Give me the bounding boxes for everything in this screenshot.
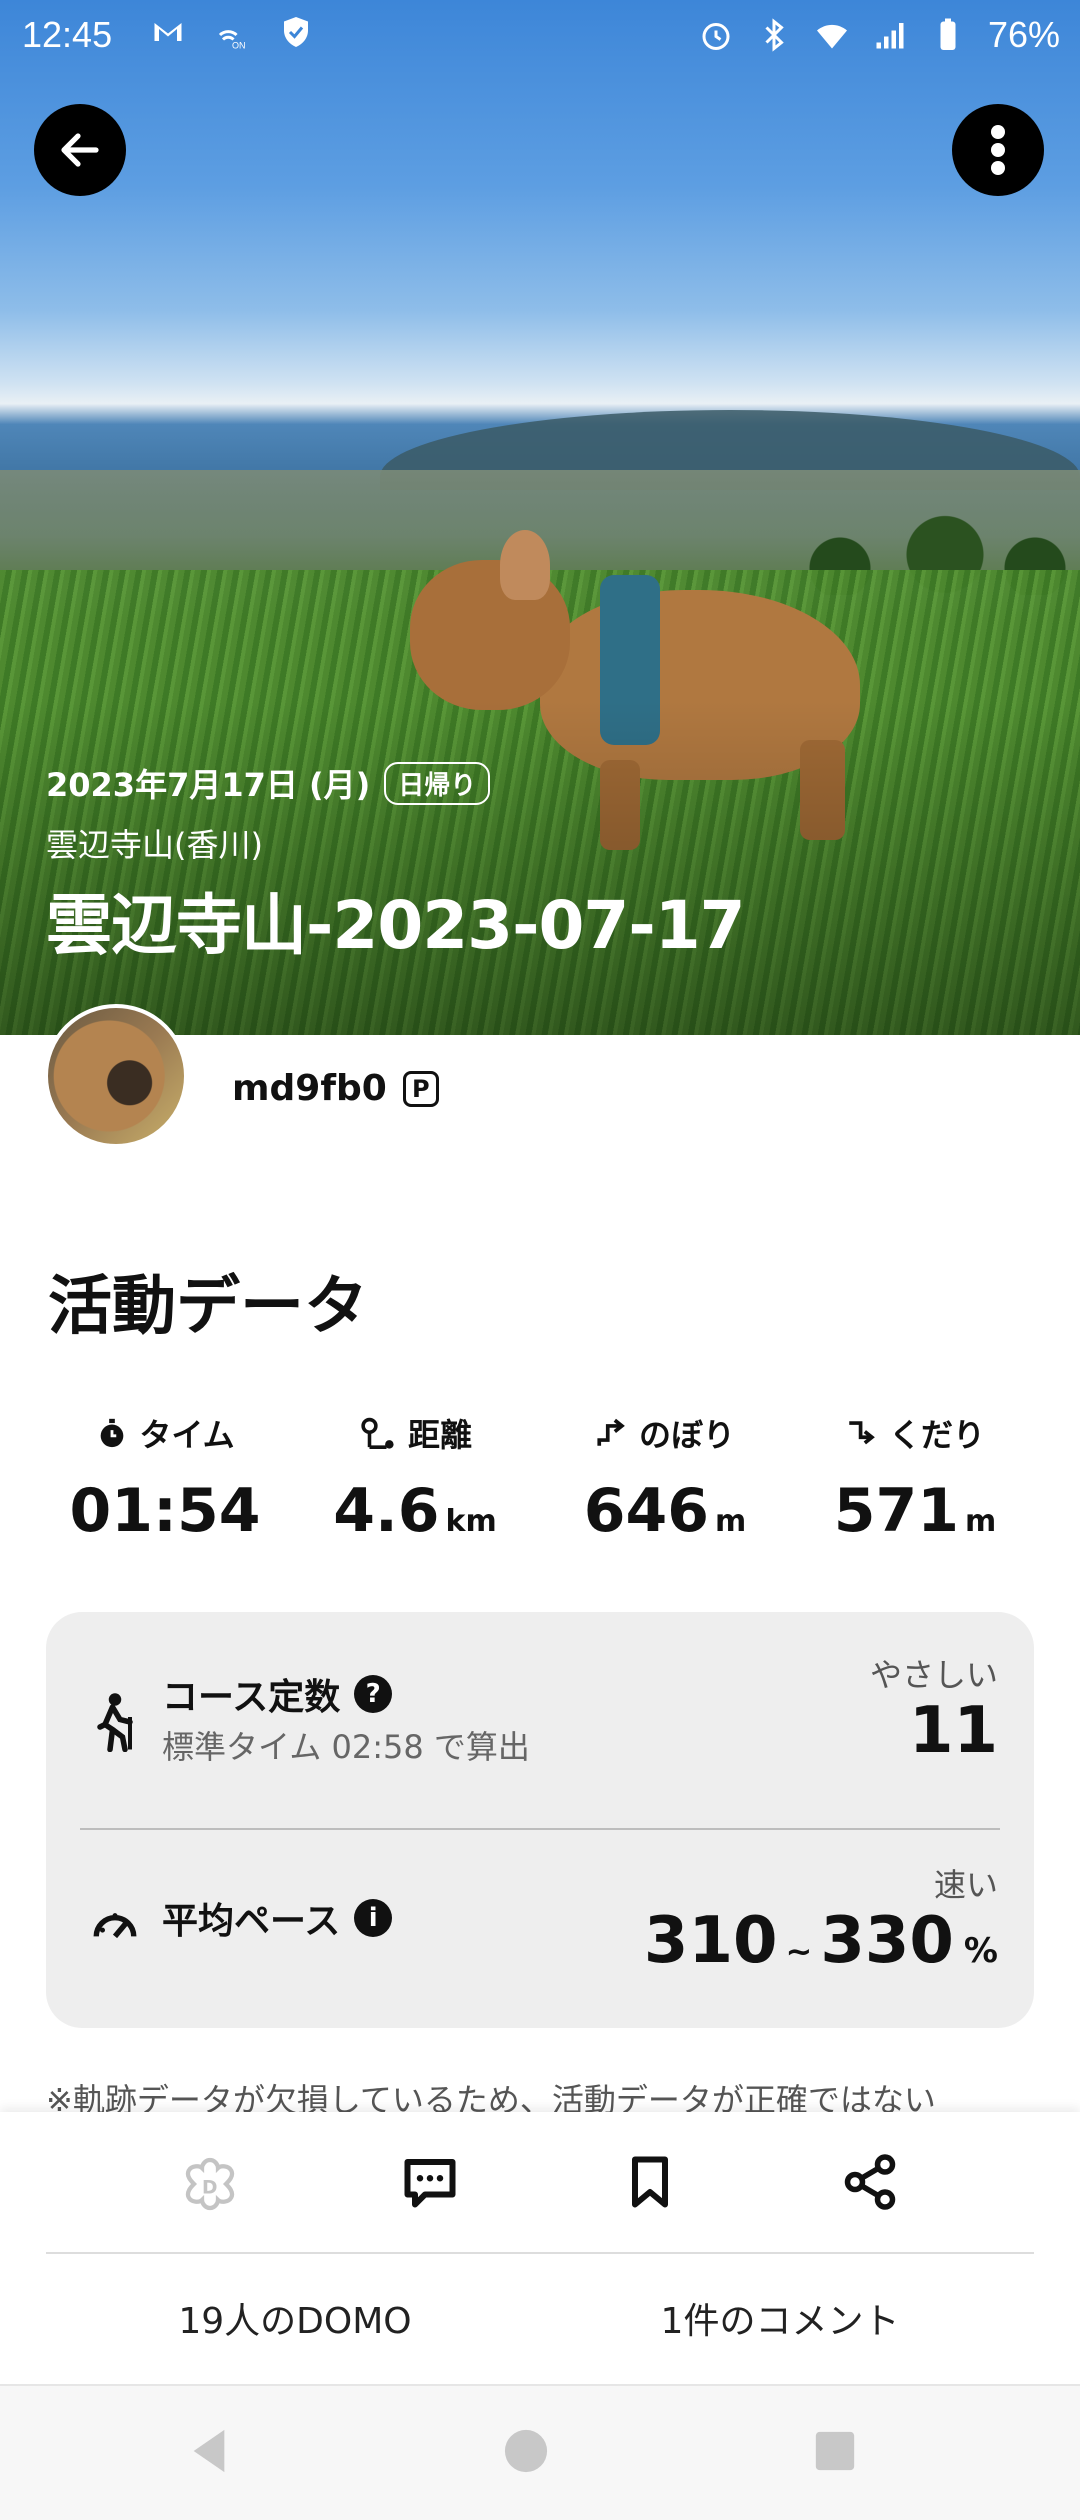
route-icon: [361, 1417, 394, 1449]
bottom-action-bar: D 19人のDOMO 1件のコメント: [0, 2112, 1080, 2384]
stat-value-row: 571 m: [790, 1476, 1040, 1546]
hero-dog-ear: [500, 530, 550, 600]
share-button[interactable]: [760, 2152, 980, 2216]
more-vertical-icon: [991, 125, 1005, 175]
stat-distance: 距離 4.6 km: [290, 1410, 540, 1546]
comment-button[interactable]: [320, 2152, 540, 2216]
stat-value: 01:54: [69, 1476, 261, 1546]
wifi-icon: [816, 24, 847, 49]
mountain-name[interactable]: 雲辺寺山(香川): [46, 820, 745, 866]
svg-text:D: D: [202, 2177, 218, 2198]
status-time: 12:45: [22, 14, 113, 55]
stat-value-row: 646 m: [540, 1476, 790, 1546]
stats-row: タイム 01:54 距離 4.6 km のぼり 646 m くだり 571 m: [40, 1410, 1040, 1546]
stat-label: タイム: [139, 1416, 235, 1454]
course-constant-value: 11: [908, 1694, 998, 1768]
pace-low: 310: [643, 1904, 778, 1978]
status-bar: 12:45 ON 76%: [0, 0, 1080, 70]
system-nav-bar: [0, 2384, 1080, 2520]
gmail-icon: [154, 23, 182, 41]
alarm-icon: [702, 23, 730, 50]
back-button[interactable]: [34, 104, 126, 196]
comment-icon: [404, 2159, 456, 2208]
stat-value-row: 01:54: [40, 1476, 290, 1546]
shield-icon: [284, 17, 308, 47]
signal-icon: [876, 23, 904, 49]
activity-date-row: 2023年7月17日 (月) 日帰り: [46, 760, 745, 806]
arrow-left-icon: [61, 133, 99, 167]
stopwatch-icon: [100, 1418, 124, 1448]
course-constant-title: コース定数: [162, 1677, 341, 1718]
average-pace-title: 平均ペース: [162, 1901, 341, 1942]
hero-text: 2023年7月17日 (月) 日帰り 雲辺寺山(香川) 雲辺寺山-2023-07…: [46, 760, 746, 968]
more-options-button[interactable]: [952, 104, 1044, 196]
domo-count[interactable]: 19人のDOMO: [0, 2292, 540, 2344]
stat-time: タイム 01:54: [40, 1410, 290, 1546]
hiker-icon: [97, 1693, 133, 1752]
share-icon: [844, 2154, 896, 2210]
info-icon[interactable]: i: [354, 1899, 393, 1937]
stat-unit: m: [964, 1504, 997, 1539]
wifi-calling-icon: ON: [218, 30, 246, 51]
ascent-icon: [597, 1418, 625, 1446]
pace-range: 310 ~ 330 %: [644, 1904, 998, 1978]
stat-value: 571: [833, 1476, 959, 1546]
stat-label-row: くだり: [790, 1410, 1040, 1456]
username: md9fb0: [232, 1068, 387, 1109]
course-constant-subtitle: 標準タイム 02:58 で算出: [162, 1728, 530, 1766]
stat-label-row: 距離: [290, 1410, 540, 1456]
stat-unit: m: [714, 1504, 747, 1539]
stat-descent: くだり 571 m: [790, 1410, 1040, 1546]
pace-high: 330: [820, 1904, 954, 1978]
action-divider: [46, 2252, 1034, 2254]
bluetooth-icon: [765, 18, 784, 52]
nav-back-icon[interactable]: [186, 2426, 232, 2476]
svg-text:ON: ON: [232, 41, 246, 51]
pace-tilde: ~: [785, 1932, 813, 1970]
stat-label-row: タイム: [40, 1410, 290, 1456]
stat-label: くだり: [888, 1416, 985, 1454]
average-pace-title-row: 平均ペース i: [162, 1892, 393, 1944]
stat-unit: km: [445, 1504, 497, 1539]
stat-value: 4.6: [333, 1476, 440, 1546]
bookmark-button[interactable]: [540, 2152, 760, 2216]
action-buttons: D: [0, 2152, 1080, 2216]
status-right-icons: 76%: [698, 14, 1060, 56]
avatar[interactable]: [44, 1004, 188, 1148]
course-constant-row[interactable]: コース定数 ? 標準タイム 02:58 で算出 やさしい 11: [46, 1612, 1034, 1820]
domo-button[interactable]: D: [100, 2152, 320, 2216]
battery-percent: 76%: [987, 14, 1060, 55]
stat-label-row: のぼり: [540, 1410, 790, 1456]
comment-count[interactable]: 1件のコメント: [540, 2292, 1080, 2344]
stat-label: のぼり: [638, 1416, 735, 1454]
help-icon[interactable]: ?: [354, 1675, 393, 1713]
engagement-counts: 19人のDOMO 1件のコメント: [0, 2292, 1080, 2344]
stat-ascent: のぼり 646 m: [540, 1410, 790, 1546]
speedometer-icon: [93, 1913, 137, 1939]
premium-badge: P: [402, 1070, 439, 1107]
pace-unit: %: [963, 1931, 998, 1971]
pace-level: 速い: [933, 1866, 998, 1904]
average-pace-row[interactable]: 平均ペース i 速い 310 ~ 330 %: [46, 1828, 1034, 2036]
section-title: 活動データ: [48, 1270, 368, 1344]
stat-label: 距離: [407, 1416, 472, 1454]
nav-recents-icon[interactable]: [812, 2426, 858, 2476]
course-constant-title-row: コース定数 ?: [162, 1668, 393, 1720]
stat-value-row: 4.6 km: [290, 1476, 540, 1546]
course-level: やさしい: [869, 1656, 998, 1694]
day-trip-badge: 日帰り: [384, 761, 491, 805]
activity-title: 雲辺寺山-2023-07-17: [46, 887, 746, 964]
bookmark-icon: [632, 2156, 668, 2208]
descent-icon: [849, 1421, 875, 1445]
nav-home-icon[interactable]: [503, 2426, 549, 2476]
activity-date: 2023年7月17日 (月): [46, 766, 371, 804]
user-info[interactable]: md9fb0 P: [232, 1068, 439, 1109]
status-left-icons: ON: [150, 14, 314, 50]
battery-icon: [940, 18, 956, 50]
domo-flower-icon: D: [185, 2157, 235, 2211]
course-pace-card: コース定数 ? 標準タイム 02:58 で算出 やさしい 11 平均ペース i …: [46, 1612, 1034, 2028]
stat-value: 646: [583, 1476, 709, 1546]
